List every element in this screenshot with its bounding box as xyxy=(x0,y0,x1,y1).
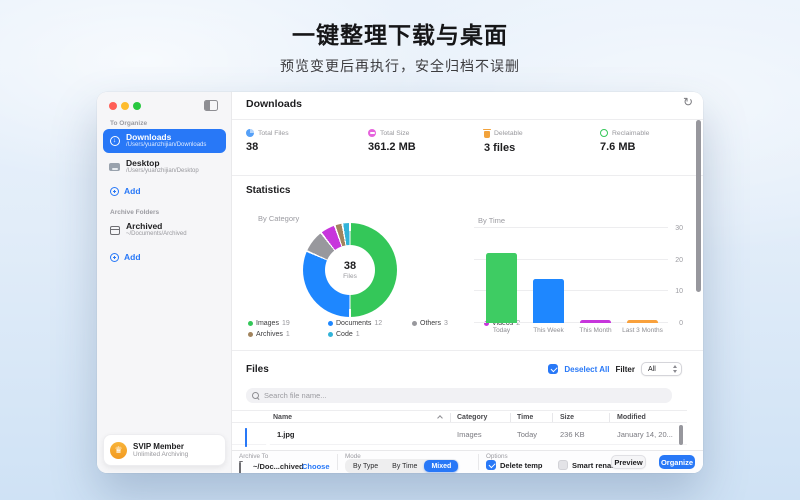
sidebar-item-archived[interactable]: Archived ~/Documents/Archived xyxy=(103,218,226,242)
svip-member-card[interactable]: ♛ SVIP Member Unlimited Archiving xyxy=(103,434,226,466)
statistics-heading: Statistics xyxy=(246,185,290,196)
sidebar-item-downloads[interactable]: ↓ Downloads /Users/yuanzhijian/Downloads xyxy=(103,129,226,153)
stat-deletable: Deletable 3 files xyxy=(484,129,594,154)
main-panel: Downloads ↻ Total Files 38 Total Size 36… xyxy=(232,92,703,473)
bar-this-week xyxy=(533,279,564,323)
sidebar-item-desktop[interactable]: Desktop /Users/yuanzhijian/Desktop xyxy=(103,155,226,179)
main-scrollbar[interactable] xyxy=(696,120,701,292)
bar-today xyxy=(486,253,517,323)
file-search-box xyxy=(246,388,672,403)
folder-icon xyxy=(239,462,241,473)
legend-item: Code1 xyxy=(328,331,412,338)
preview-button[interactable]: Preview xyxy=(611,455,646,469)
to-organize-section-label: To Organize xyxy=(110,120,147,127)
mode-segmented-control: By Type By Time Mixed xyxy=(345,459,459,473)
sidebar: To Organize ↓ Downloads /Users/yuanzhiji… xyxy=(97,92,232,473)
divider xyxy=(232,119,703,120)
archive-path: ~/Doc...chived xyxy=(253,462,304,471)
donut-center-label: Files xyxy=(343,273,357,280)
category-donut: 38 Files xyxy=(303,223,397,317)
delete-temp-checkbox[interactable] xyxy=(486,460,496,470)
divider xyxy=(232,175,703,176)
stat-value: 3 files xyxy=(484,142,594,154)
donut-center-value: 38 xyxy=(344,260,356,272)
options-label: Options xyxy=(486,453,508,460)
deselect-all-link[interactable]: Deselect All xyxy=(564,365,609,374)
archive-box-icon xyxy=(108,226,121,235)
mode-by-time[interactable]: By Time xyxy=(385,460,424,472)
table-header: Name Category Time Size Modified xyxy=(232,410,687,423)
hero-subtitle: 预览变更后再执行，安全归档不误删 xyxy=(0,56,800,76)
disk-icon xyxy=(368,129,376,137)
sidebar-item-label: Downloads xyxy=(126,133,206,142)
sidebar-item-path: ~/Documents/Archived xyxy=(126,231,187,238)
filter-label: Filter xyxy=(615,365,635,374)
filter-select[interactable]: All xyxy=(641,362,682,376)
add-organize-folder-button[interactable]: Add xyxy=(110,186,141,196)
by-time-label: By Time xyxy=(478,216,505,225)
smart-rename-checkbox[interactable] xyxy=(558,460,568,470)
stat-value: 38 xyxy=(246,141,356,153)
sort-ascending-icon[interactable] xyxy=(437,415,443,421)
by-category-label: By Category xyxy=(258,214,299,223)
stepper-icon xyxy=(673,365,677,373)
archive-folders-section-label: Archive Folders xyxy=(110,209,159,216)
page-title: Downloads xyxy=(246,98,302,110)
plus-circle-icon xyxy=(110,187,119,196)
table-scrollbar[interactable] xyxy=(679,425,683,445)
stat-total-size: Total Size 361.2 MB xyxy=(368,129,478,153)
hero-title: 一键整理下载与桌面 xyxy=(0,16,800,50)
bar-last-3-months xyxy=(627,320,658,323)
divider xyxy=(478,454,479,470)
row-checkbox[interactable] xyxy=(245,428,247,447)
mode-mixed[interactable]: Mixed xyxy=(424,460,458,472)
sidebar-item-label: Archived xyxy=(126,222,187,231)
member-title: SVIP Member xyxy=(133,442,188,451)
refresh-icon[interactable]: ↻ xyxy=(683,95,693,109)
download-circle-icon: ↓ xyxy=(108,136,121,146)
desktop-monitor-icon xyxy=(108,163,121,171)
files-toolbar: Deselect All Filter All xyxy=(548,362,682,376)
add-archive-folder-button[interactable]: Add xyxy=(110,252,141,262)
choose-link[interactable]: Choose xyxy=(302,462,330,471)
search-icon xyxy=(252,392,260,400)
search-input[interactable] xyxy=(264,391,464,400)
legend-item: Archives1 xyxy=(248,331,328,338)
recycle-circle-icon xyxy=(600,129,608,137)
stat-value: 361.2 MB xyxy=(368,141,478,153)
legend-item: Images19 xyxy=(248,320,328,327)
close-window-button[interactable] xyxy=(109,102,117,110)
sidebar-item-path: /Users/yuanzhijian/Desktop xyxy=(126,168,199,175)
stat-value: 7.6 MB xyxy=(600,141,703,153)
select-all-checkbox[interactable] xyxy=(548,364,558,374)
sidebar-item-path: /Users/yuanzhijian/Downloads xyxy=(126,142,206,149)
table-row[interactable]: 1.jpg Images Today 236 KB January 14, 20… xyxy=(232,424,687,445)
delete-temp-option[interactable]: Delete temp xyxy=(486,460,543,470)
plus-circle-icon xyxy=(110,253,119,262)
organize-button[interactable]: Organize xyxy=(659,455,695,469)
sidebar-item-label: Desktop xyxy=(126,159,199,168)
by-time-bar-chart: 0 10 20 30 Today This Week This Month La… xyxy=(478,228,666,323)
mode-by-type[interactable]: By Type xyxy=(346,460,385,472)
trash-icon xyxy=(484,131,490,138)
toggle-sidebar-icon[interactable] xyxy=(204,100,218,111)
stat-total-files: Total Files 38 xyxy=(246,129,356,153)
files-pie-icon xyxy=(246,129,254,137)
divider xyxy=(232,350,703,351)
legend-item: Documents12 xyxy=(328,320,412,327)
zoom-window-button[interactable] xyxy=(133,102,141,110)
app-window: To Organize ↓ Downloads /Users/yuanzhiji… xyxy=(97,92,703,473)
bottom-toolbar: Archive To ~/Doc...chived Choose Mode By… xyxy=(232,450,703,473)
bar-this-month xyxy=(580,320,611,323)
member-subtitle: Unlimited Archiving xyxy=(133,451,188,459)
stat-reclaimable: Reclaimable 7.6 MB xyxy=(600,129,703,153)
divider xyxy=(337,454,338,470)
minimize-window-button[interactable] xyxy=(121,102,129,110)
files-heading: Files xyxy=(246,364,269,375)
crown-icon: ♛ xyxy=(110,442,127,459)
archive-to-label: Archive To xyxy=(239,453,268,460)
